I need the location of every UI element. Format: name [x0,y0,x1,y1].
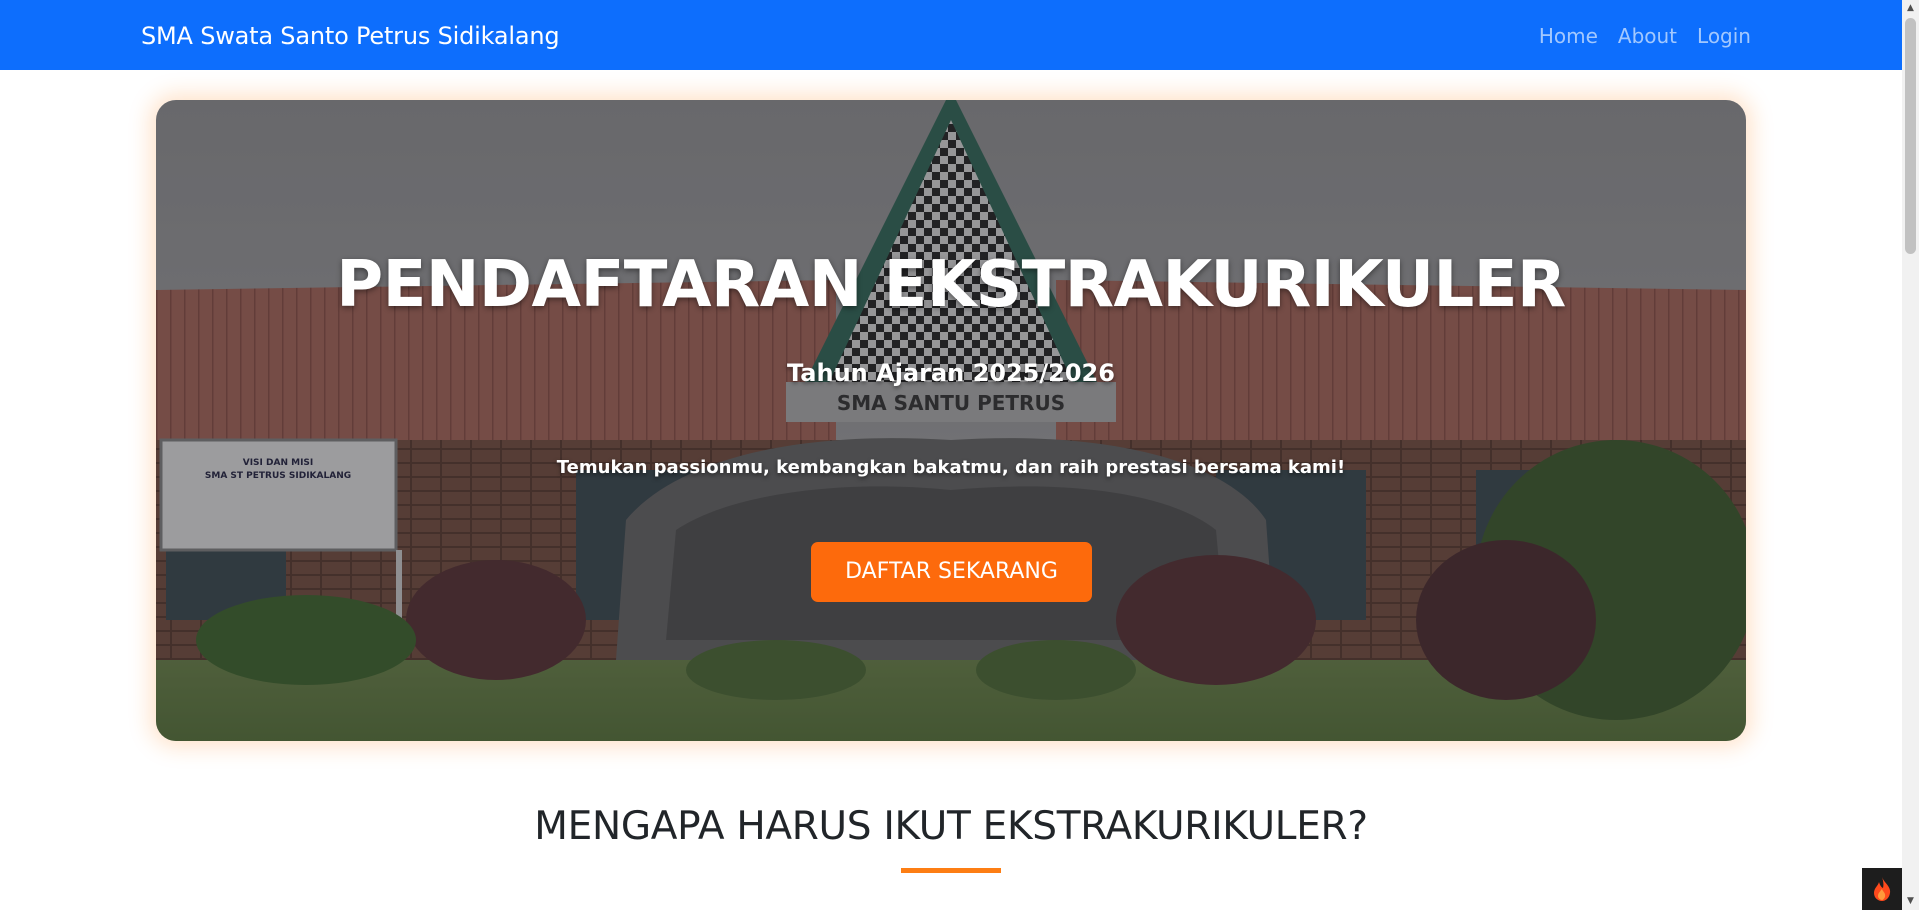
hero-academic-year: Tahun Ajaran 2025/2026 [787,359,1115,387]
hero-title: PENDAFTARAN EKSTRAKURIKULER [336,248,1566,322]
hero-tagline: Temukan passionmu, kembangkan bakatmu, d… [556,457,1346,478]
nav-home-link[interactable]: Home [1539,23,1598,49]
hero-content: PENDAFTARAN EKSTRAKURIKULER Tahun Ajaran… [156,100,1746,741]
vertical-scrollbar[interactable]: ▲ ▼ [1902,0,1919,910]
brand-link[interactable]: SMA Swata Santo Petrus Sidikalang [141,20,560,52]
flame-icon [1874,877,1891,901]
nav-login-link[interactable]: Login [1697,23,1751,49]
nav-about-link[interactable]: About [1618,23,1677,49]
caret-up-icon[interactable]: ▲ [1902,0,1919,17]
caret-down-icon[interactable]: ▼ [1902,893,1919,910]
top-navbar: SMA Swata Santo Petrus Sidikalang Home A… [0,0,1902,70]
scrollbar-thumb[interactable] [1905,18,1916,254]
nav-links: Home About Login [1539,23,1751,49]
dev-toolbar-badge[interactable] [1862,868,1902,910]
why-join-heading: MENGAPA HARUS IKUT EKSTRAKURIKULER? [534,804,1368,849]
heading-underline [901,868,1001,873]
register-now-button[interactable]: DAFTAR SEKARANG [811,542,1092,602]
hero-banner: SMA SANTU PETRUS VISI DAN MISI SMA ST PE… [156,100,1746,741]
